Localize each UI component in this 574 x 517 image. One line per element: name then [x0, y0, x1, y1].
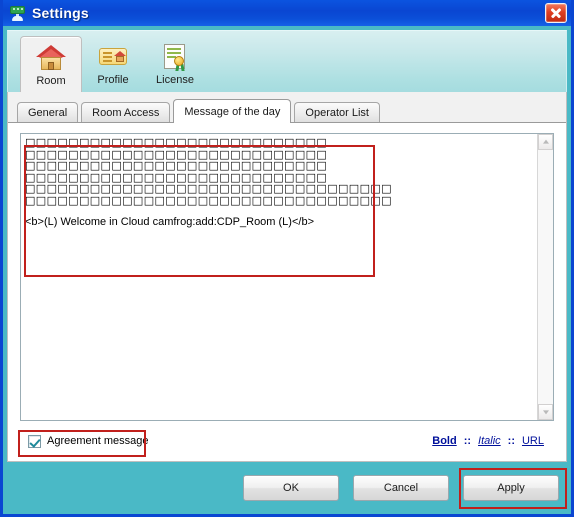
scrollbar-track[interactable] [538, 150, 553, 404]
editor-line: □□□□□□□□□□□□□□□□□□□□□□□□□□□□□□□□□□ [25, 182, 392, 195]
editor-scrollbar[interactable] [537, 134, 553, 420]
scroll-down-icon[interactable] [538, 404, 553, 420]
format-separator: :: [463, 435, 472, 447]
url-link[interactable]: URL [522, 435, 544, 447]
editor-message-line: <b>(L) Welcome in Cloud camfrog:add:CDP_… [25, 216, 314, 228]
editor-line: □□□□□□□□□□□□□□□□□□□□□□□□□□□□ [25, 136, 328, 149]
format-separator: :: [507, 435, 515, 447]
cancel-button-label: Cancel [383, 482, 419, 494]
toolbar-item-profile-label: Profile [97, 74, 129, 86]
checkbox-icon[interactable] [28, 434, 41, 448]
settings-dialog: Settings Room Profile License General Ro… [0, 0, 574, 517]
tab-general-label: General [28, 107, 68, 119]
dialog-body: Room Profile License General Room Access… [3, 26, 571, 514]
cancel-button[interactable]: Cancel [353, 475, 449, 501]
format-links: Bold :: Italic :: URL [428, 435, 552, 447]
tab-operator-list[interactable]: Operator List [294, 102, 380, 123]
screenshot-root: Settings Room Profile License General Ro… [0, 0, 574, 517]
toolbar-item-room[interactable]: Room [20, 36, 82, 92]
message-editor-container: □□□□□□□□□□□□□□□□□□□□□□□□□□□□ □□□□□□□□□□□… [20, 133, 554, 421]
tab-strip: General Room Access Message of the day O… [8, 98, 566, 123]
toolbar-item-license-label: License [156, 74, 194, 86]
agreement-message-checkbox[interactable]: Agreement message [22, 431, 155, 452]
window-title: Settings [32, 5, 89, 21]
agreement-message-label: Agreement message [47, 435, 149, 447]
bold-link[interactable]: Bold [432, 435, 456, 447]
certificate-icon [159, 40, 191, 72]
title-bar: Settings [3, 0, 571, 26]
tab-room-access[interactable]: Room Access [81, 102, 171, 123]
apply-button-label: Apply [497, 482, 525, 494]
message-textarea[interactable]: □□□□□□□□□□□□□□□□□□□□□□□□□□□□ □□□□□□□□□□□… [21, 134, 537, 420]
ok-button[interactable]: OK [243, 475, 339, 501]
apply-button[interactable]: Apply [463, 475, 559, 501]
ok-button-label: OK [283, 482, 299, 494]
editor-blank-line [25, 206, 533, 216]
tab-operator-list-label: Operator List [305, 107, 369, 119]
settings-panel: General Room Access Message of the day O… [7, 92, 567, 462]
tab-general[interactable]: General [17, 102, 79, 123]
webcam-user-icon [9, 5, 26, 22]
close-icon[interactable] [545, 3, 567, 23]
tab-message-of-the-day[interactable]: Message of the day [173, 99, 292, 123]
italic-link[interactable]: Italic [478, 435, 501, 447]
toolbar-item-profile[interactable]: Profile [82, 36, 144, 92]
tab-room-access-label: Room Access [92, 107, 160, 119]
scroll-up-icon[interactable] [538, 134, 553, 150]
editor-line: □□□□□□□□□□□□□□□□□□□□□□□□□□□□□□□□□□ [25, 193, 392, 207]
tab-message-of-the-day-label: Message of the day [184, 105, 281, 118]
house-icon [35, 41, 67, 73]
id-card-icon [97, 40, 129, 72]
editor-footer: Agreement message Bold :: Italic :: URL [20, 421, 554, 461]
toolbar-item-room-label: Room [36, 75, 66, 87]
dialog-button-bar: OK Cancel Apply [3, 462, 571, 514]
tab-content-message-of-the-day: □□□□□□□□□□□□□□□□□□□□□□□□□□□□ □□□□□□□□□□□… [8, 122, 566, 461]
category-toolbar: Room Profile License [7, 30, 567, 92]
toolbar-item-license[interactable]: License [144, 36, 206, 92]
editor-line: □□□□□□□□□□□□□□□□□□□□□□□□□□□□ [25, 159, 328, 172]
